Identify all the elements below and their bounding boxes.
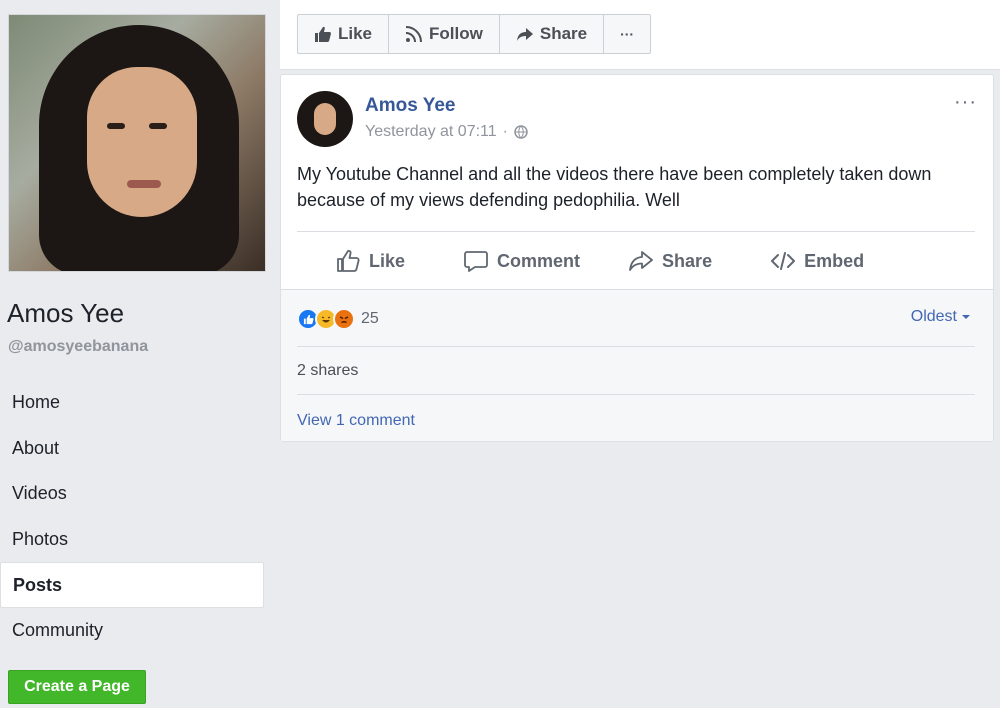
- code-icon: [771, 252, 796, 270]
- profile-picture[interactable]: [8, 14, 266, 272]
- rss-icon: [405, 26, 423, 43]
- post-options-button[interactable]: ···: [954, 91, 977, 114]
- post-like-label: Like: [369, 250, 406, 271]
- caret-down-icon: [962, 315, 970, 319]
- page-more-button[interactable]: ···: [604, 15, 650, 53]
- shares-count[interactable]: 2 shares: [297, 362, 358, 380]
- post-like-button[interactable]: Like: [335, 248, 405, 274]
- thumbs-up-icon: [315, 26, 331, 42]
- post-embed-label: Embed: [804, 250, 865, 271]
- reaction-count: 25: [361, 310, 379, 327]
- divider: [297, 231, 975, 232]
- nav-item-photos[interactable]: Photos: [0, 517, 264, 563]
- reaction-summary[interactable]: 25: [297, 308, 379, 330]
- more-dots-icon: ···: [620, 26, 635, 42]
- post-comment-label: Comment: [497, 250, 581, 271]
- divider: [297, 346, 975, 347]
- nav-item-about[interactable]: About: [0, 426, 264, 472]
- post-actions: Like Comment Share Embed: [297, 233, 975, 289]
- page-share-label: Share: [539, 24, 588, 43]
- post-comment-button[interactable]: Comment: [463, 248, 580, 274]
- view-comments-link[interactable]: View 1 comment: [297, 412, 415, 430]
- page-nav: Home About Videos Photos Posts Community: [0, 380, 264, 653]
- nav-item-posts[interactable]: Posts: [0, 562, 264, 608]
- globe-icon: [514, 125, 528, 139]
- page-share-button[interactable]: Share: [500, 15, 605, 53]
- nav-item-home[interactable]: Home: [0, 380, 264, 426]
- angry-reaction-icon: [333, 308, 355, 330]
- post-meta: Yesterday at 07:11 ·: [365, 123, 528, 141]
- page-follow-label: Follow: [429, 24, 483, 43]
- left-column: Amos Yee @amosyeebanana Home About Video…: [0, 0, 270, 708]
- page-like-button[interactable]: Like: [298, 15, 390, 53]
- nav-item-community[interactable]: Community: [0, 608, 264, 654]
- comment-bubble-icon: [464, 251, 488, 272]
- post-author[interactable]: Amos Yee: [365, 95, 455, 117]
- post-embed-button[interactable]: Embed: [770, 248, 864, 274]
- share-outline-icon: [629, 251, 653, 271]
- divider: [297, 394, 975, 395]
- page-name[interactable]: Amos Yee: [7, 298, 124, 329]
- page-handle[interactable]: @amosyeebanana: [8, 338, 148, 356]
- author-avatar[interactable]: [297, 91, 353, 147]
- post-share-button[interactable]: Share: [628, 248, 712, 274]
- post-card: Amos Yee Yesterday at 07:11 · ··· My You…: [280, 74, 994, 442]
- share-arrow-icon: [516, 28, 533, 41]
- thumbs-up-outline-icon: [337, 249, 360, 272]
- feedback-area: 25 Oldest 2 shares View 1 comment: [281, 289, 993, 441]
- post-text: My Youtube Channel and all the videos th…: [297, 164, 932, 210]
- comment-sort-label: Oldest: [910, 308, 957, 325]
- post-share-label: Share: [662, 250, 713, 271]
- page-follow-button[interactable]: Follow: [389, 15, 500, 53]
- comment-sort-dropdown[interactable]: Oldest: [911, 308, 971, 326]
- page-action-bar: Like Follow Share ···: [280, 0, 1000, 70]
- post-timestamp[interactable]: Yesterday at 07:11: [365, 123, 497, 141]
- nav-item-videos[interactable]: Videos: [0, 471, 264, 517]
- page-action-buttons: Like Follow Share ···: [297, 14, 652, 54]
- meta-separator: ·: [502, 123, 508, 140]
- create-page-button[interactable]: Create a Page: [8, 670, 146, 704]
- page-like-label: Like: [338, 24, 373, 43]
